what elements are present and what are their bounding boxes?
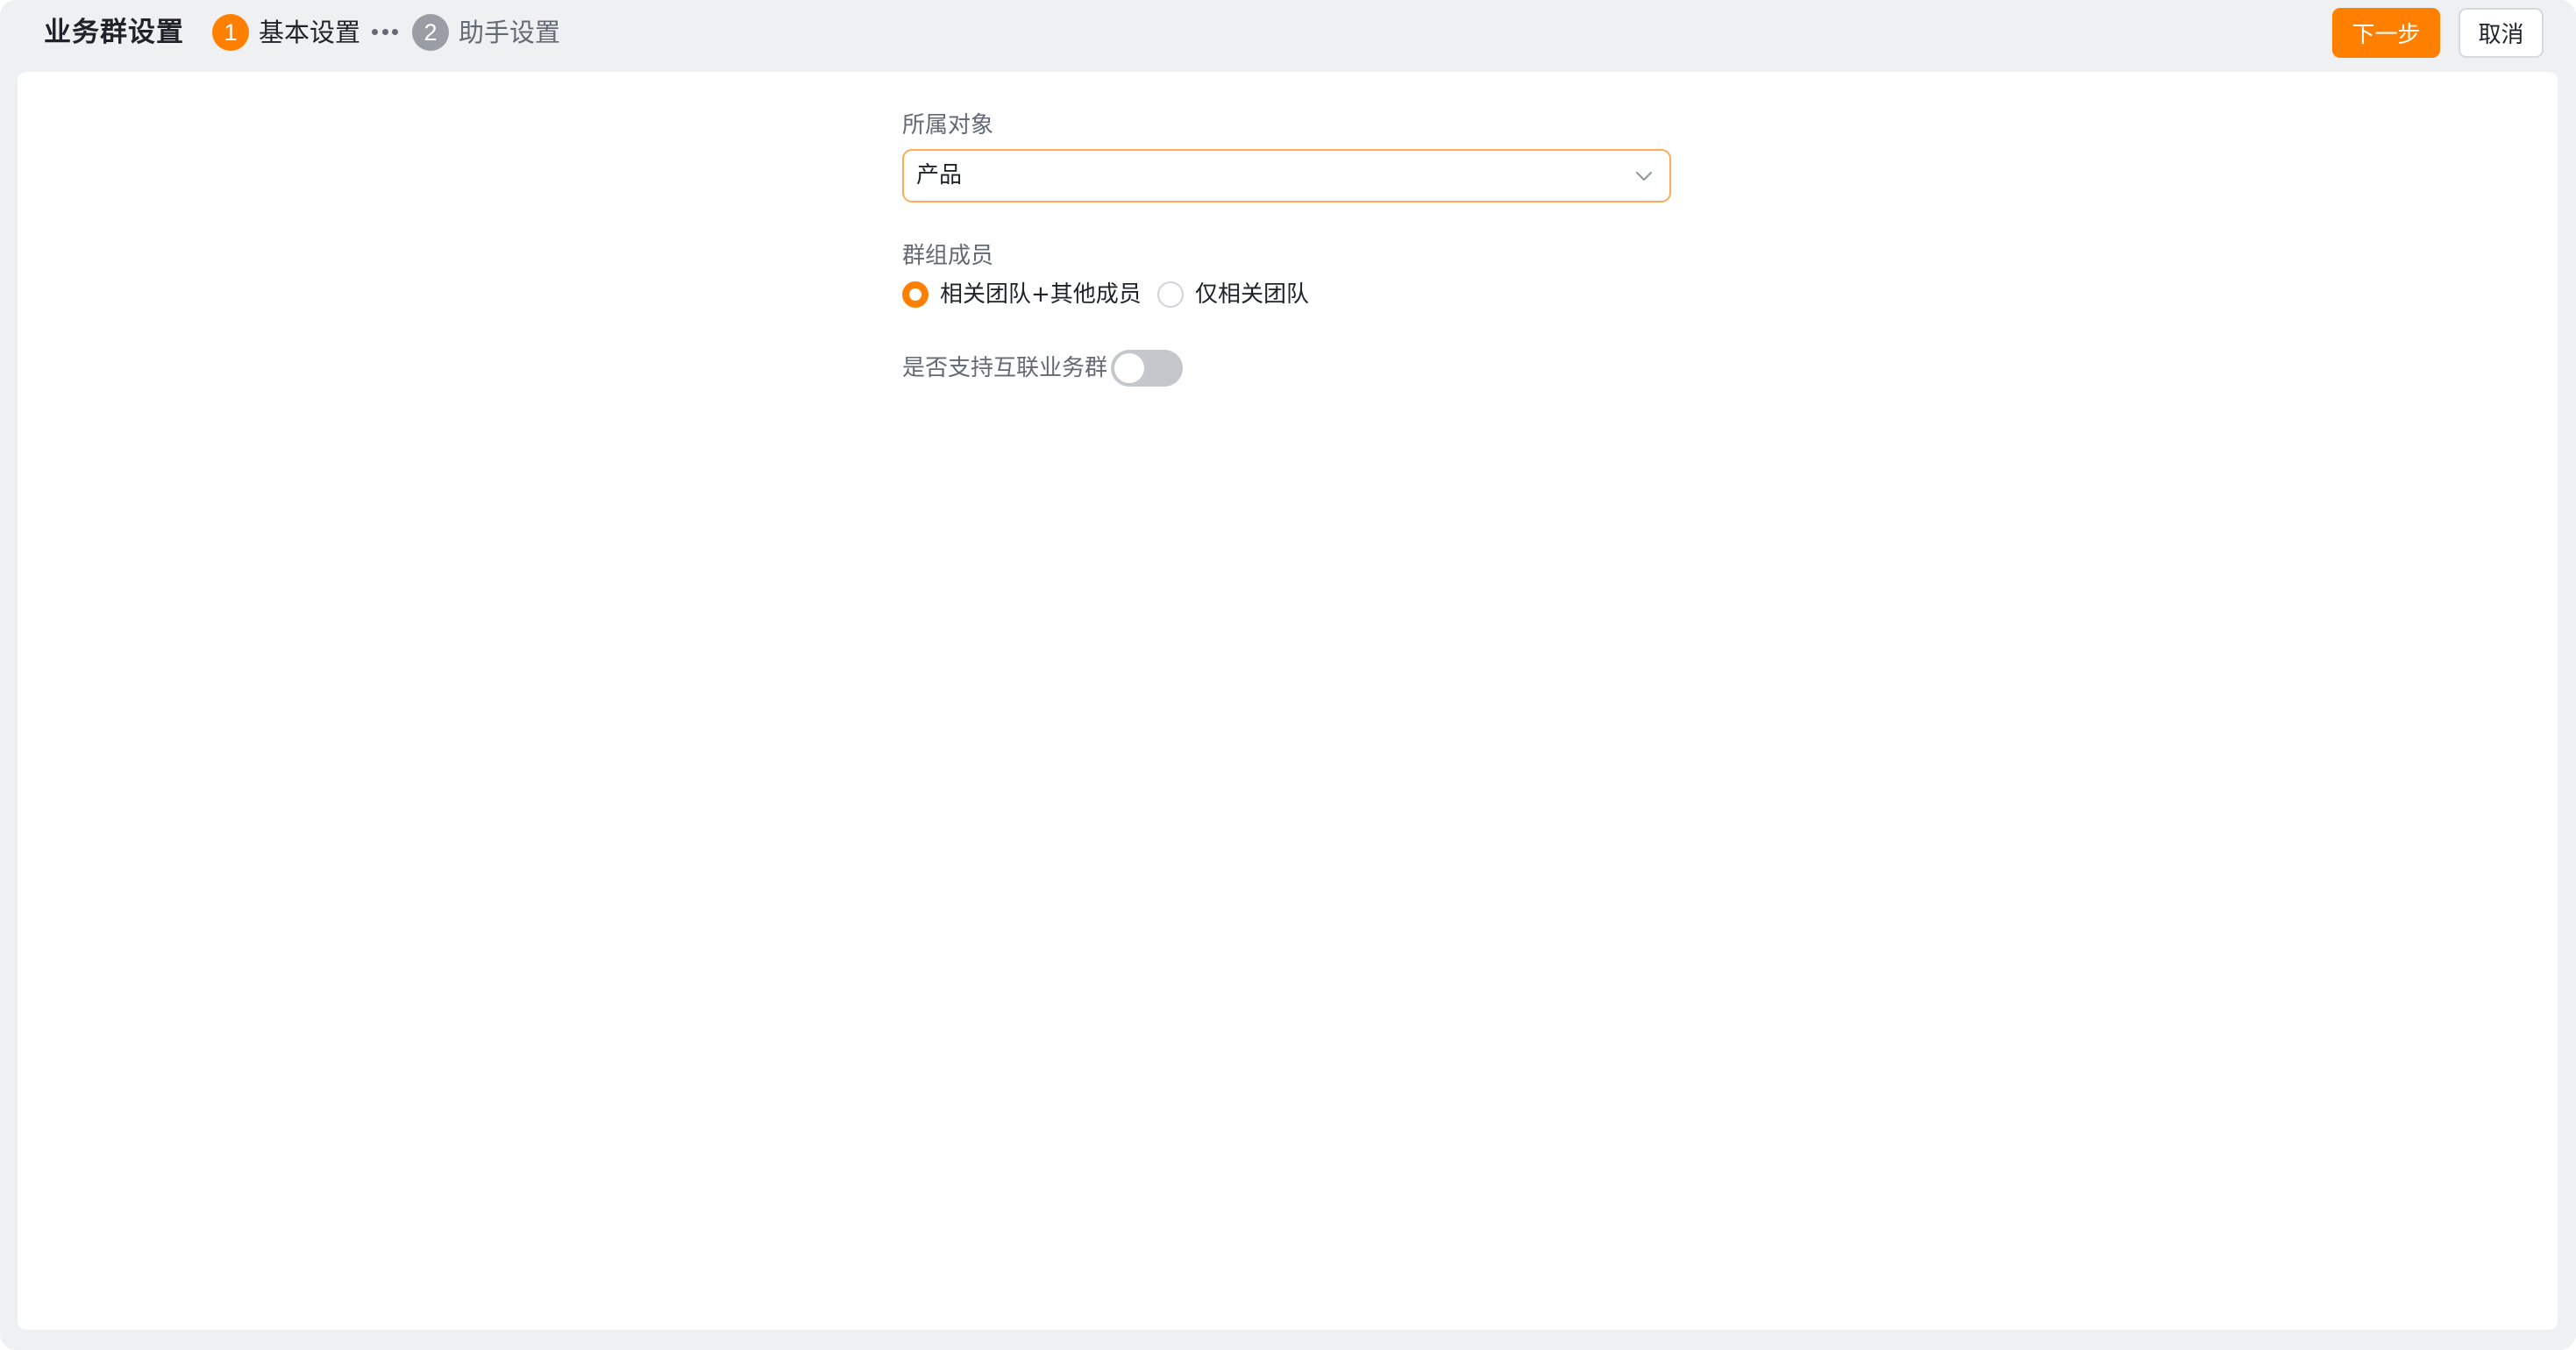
radio-label: 仅相关团队: [1195, 281, 1310, 308]
chevron-down-icon: [1636, 172, 1652, 181]
step-label: 基本设置: [259, 18, 361, 47]
members-field-label: 群组成员: [902, 243, 994, 269]
step-number-badge: 1: [212, 14, 249, 51]
next-step-button[interactable]: 下一步: [2332, 8, 2440, 58]
interconnect-setting-row: 是否支持互联业务群: [902, 350, 1184, 387]
toggle-knob: [1114, 353, 1145, 383]
step-number-badge: 2: [412, 14, 449, 51]
step-basic-settings[interactable]: 1 基本设置: [212, 13, 360, 52]
step-assistant-settings[interactable]: 2 助手设置: [412, 13, 560, 52]
radio-unchecked-icon: [1157, 281, 1184, 308]
radio-checked-icon: [902, 281, 929, 308]
step-label: 助手设置: [459, 18, 561, 47]
radio-related-team-only[interactable]: 仅相关团队: [1157, 279, 1309, 310]
radio-label: 相关团队+其他成员: [940, 281, 1142, 308]
content-card: [18, 72, 2558, 1330]
object-field-label: 所属对象: [902, 112, 994, 139]
object-select-value: 产品: [916, 162, 963, 188]
interconnect-label: 是否支持互联业务群: [902, 355, 1108, 381]
object-select[interactable]: 产品: [902, 149, 1671, 202]
radio-related-team-plus-others[interactable]: 相关团队+其他成员: [902, 279, 1142, 310]
app-shell: 业务群设置 1 基本设置 2 助手设置 下一步 取消 所属对象 产品 群组成员 …: [0, 0, 2576, 1350]
interconnect-toggle[interactable]: [1111, 350, 1184, 387]
page-title: 业务群设置: [44, 17, 184, 48]
cancel-button[interactable]: 取消: [2459, 8, 2544, 58]
more-dots-icon: [372, 26, 398, 37]
